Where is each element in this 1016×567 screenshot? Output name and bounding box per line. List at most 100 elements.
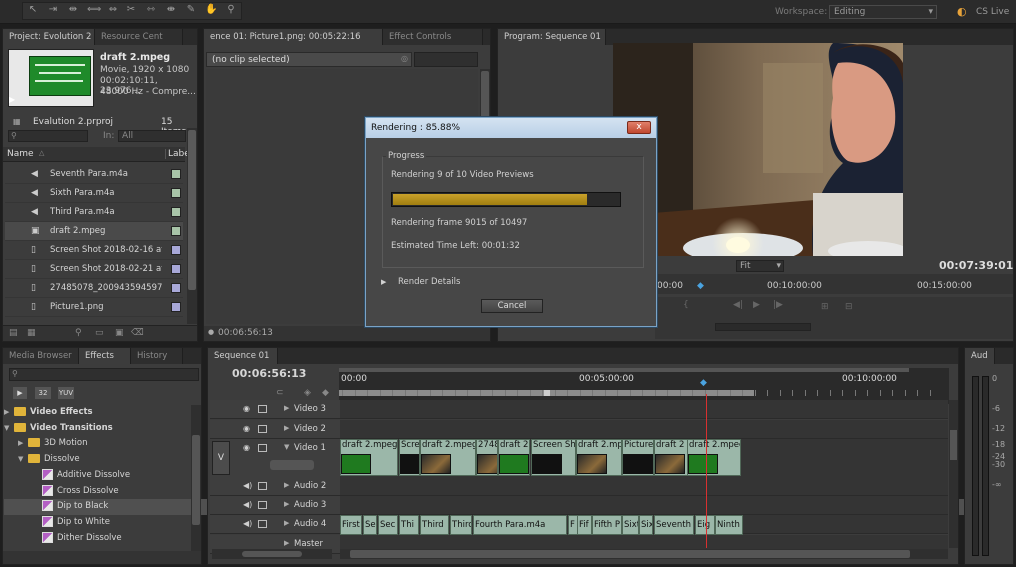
icon-view-icon[interactable]: ▦ xyxy=(27,328,36,338)
sync-lock-icon[interactable] xyxy=(258,405,267,413)
jog-slider[interactable] xyxy=(715,323,811,331)
video-clip[interactable]: draft 2 xyxy=(654,439,688,476)
project-list-item[interactable]: ▯ Screen Shot 2018-02-21 at xyxy=(5,260,183,279)
tab-effect-controls[interactable]: Effect Controls xyxy=(383,29,483,45)
tab-source-sequence[interactable]: ence 01: Picture1.png: 00:05:22:16 xyxy=(204,29,383,45)
in-select[interactable]: All xyxy=(118,130,186,142)
expand-details-icon[interactable]: ▶ xyxy=(381,278,386,286)
tab-history[interactable]: History xyxy=(131,348,183,364)
cs-live-button[interactable]: CS Live xyxy=(976,7,1009,17)
yuv-effects-icon[interactable]: YUV xyxy=(58,387,74,399)
play-icon[interactable]: ▶ xyxy=(753,300,760,310)
project-scrollbar[interactable] xyxy=(187,128,197,324)
marker-icon[interactable]: ◈ xyxy=(304,388,311,398)
audio-clip[interactable]: Six xyxy=(639,515,653,535)
sync-lock-icon[interactable] xyxy=(258,425,267,433)
fit-select[interactable]: Fit ▾ xyxy=(736,260,784,272)
video-clip[interactable]: draft 2.mp xyxy=(576,439,622,476)
expand-track-icon[interactable]: ▶ xyxy=(284,481,289,489)
video-clip[interactable]: draft 2. xyxy=(498,439,530,476)
slide-tool-icon[interactable]: ⇼ xyxy=(165,4,177,16)
sync-lock-icon[interactable] xyxy=(258,444,267,452)
v-target-button[interactable]: V xyxy=(212,441,230,475)
tab-resource-central[interactable]: Resource Cent xyxy=(95,29,183,45)
tab-sequence[interactable]: Sequence 01 xyxy=(208,348,278,364)
eye-icon[interactable]: ◉ xyxy=(243,443,250,452)
render-details-toggle[interactable]: Render Details xyxy=(398,277,460,287)
audio-clip[interactable]: Fourth Para.m4a xyxy=(473,515,567,535)
step-forward-icon[interactable]: |▶ xyxy=(773,300,783,310)
timeline-ruler[interactable]: 00:00 00:05:00:00 00:10:00:00 ◆ xyxy=(339,368,949,404)
source-play-icon[interactable]: ● xyxy=(208,328,214,336)
audio-clip[interactable]: Thirc xyxy=(450,515,472,535)
track-video-2[interactable] xyxy=(340,420,948,439)
lift-icon[interactable]: ⊞ xyxy=(821,302,829,312)
expand-track-icon[interactable]: ▶ xyxy=(284,539,289,547)
audio-clip[interactable]: Sixt xyxy=(622,515,639,535)
hand-tool-icon[interactable]: ✋ xyxy=(205,4,217,16)
expand-track-icon[interactable]: ▶ xyxy=(284,404,289,412)
ripple-edit-tool-icon[interactable]: ⇹ xyxy=(67,4,79,16)
tab-media-browser[interactable]: Media Browser xyxy=(3,348,79,364)
new-item-icon[interactable]: ▣ xyxy=(115,328,124,338)
razor-tool-icon[interactable]: ✂ xyxy=(125,4,137,16)
expand-icon[interactable]: ▶ xyxy=(4,405,14,421)
track-video-3[interactable] xyxy=(340,400,948,419)
playhead-icon[interactable]: ◆ xyxy=(700,378,707,388)
slip-tool-icon[interactable]: ⇿ xyxy=(145,4,157,16)
audio-clip[interactable]: First xyxy=(340,515,362,535)
speaker-icon[interactable]: ◀) xyxy=(243,500,252,509)
expand-icon[interactable]: ▼ xyxy=(4,421,14,437)
list-view-icon[interactable]: ▤ xyxy=(9,328,18,338)
audio-clip[interactable]: Se xyxy=(363,515,377,535)
video-clip[interactable]: 2748 xyxy=(476,439,498,476)
sync-lock-icon[interactable] xyxy=(258,501,267,509)
audio-clip[interactable]: Thi xyxy=(399,515,419,535)
project-list-item[interactable]: ▯ 27485078_2009435945973 xyxy=(5,279,183,298)
sync-lock-icon[interactable] xyxy=(258,520,267,528)
sync-lock-icon[interactable] xyxy=(258,482,267,490)
audio-clip[interactable]: Eig xyxy=(695,515,715,535)
audio-clip[interactable]: Fifth P xyxy=(592,515,622,535)
video-clip[interactable]: draft 2.mpeg xyxy=(420,439,476,476)
project-list-item[interactable]: ◀ Seventh Para.m4a xyxy=(5,165,183,184)
video-clip[interactable]: Scre xyxy=(399,439,420,476)
project-list-item[interactable]: ◀ Third Para.m4a xyxy=(5,203,183,222)
search-input[interactable]: ⚲ xyxy=(8,130,88,142)
audio-clip[interactable]: Fif xyxy=(577,515,592,535)
track-audio-3[interactable] xyxy=(340,496,948,515)
video-clip[interactable]: Screen Sh xyxy=(531,439,576,476)
cancel-button[interactable]: Cancel xyxy=(481,299,543,313)
video-clip[interactable]: draft 2.mpeg xyxy=(340,439,398,476)
speaker-icon[interactable]: ◀) xyxy=(243,481,252,490)
expand-track-icon[interactable]: ▼ xyxy=(284,443,289,451)
audio-clip[interactable]: Sec xyxy=(378,515,398,535)
track-select-tool-icon[interactable]: ⇥ xyxy=(47,4,59,16)
new-bin-icon[interactable]: ▭ xyxy=(95,328,104,338)
audio-clip[interactable]: Seventh F xyxy=(654,515,694,535)
track-audio-2[interactable] xyxy=(340,477,948,496)
snap-icon[interactable]: ⊂ xyxy=(276,388,284,398)
video-clip[interactable]: Picture xyxy=(622,439,654,476)
rate-stretch-tool-icon[interactable]: ⇔ xyxy=(107,4,119,16)
pen-tool-icon[interactable]: ✎ xyxy=(185,4,197,16)
expand-track-icon[interactable]: ▶ xyxy=(284,519,289,527)
audio-clip[interactable]: Third xyxy=(420,515,449,535)
tab-effects[interactable]: Effects xyxy=(79,348,131,364)
project-list-item[interactable]: ▯ Screen Shot 2018-02-16 at xyxy=(5,241,183,260)
expand-track-icon[interactable]: ▶ xyxy=(284,500,289,508)
expand-icon[interactable]: ▼ xyxy=(18,452,28,468)
timeline-zoom-slider[interactable] xyxy=(212,549,332,559)
project-list-item[interactable]: ▣ draft 2.mpeg xyxy=(5,222,183,241)
eye-icon[interactable]: ◉ xyxy=(243,424,250,433)
options-icon[interactable]: ◎ xyxy=(401,54,408,63)
project-list-item[interactable]: ▯ Picture1.png xyxy=(5,298,183,317)
video-clip[interactable]: draft 2.mpeg xyxy=(687,439,741,476)
tab-program[interactable]: Program: Sequence 01 xyxy=(498,29,606,45)
tab-project[interactable]: Project: Evolution 2 xyxy=(3,29,95,45)
expand-track-icon[interactable]: ▶ xyxy=(284,424,289,432)
rolling-edit-tool-icon[interactable]: ⟺ xyxy=(87,4,101,16)
step-back-icon[interactable]: ◀| xyxy=(733,300,743,310)
effects-search-input[interactable]: ⚲ xyxy=(9,368,199,381)
accelerated-effects-icon[interactable]: ▶ xyxy=(13,387,27,399)
